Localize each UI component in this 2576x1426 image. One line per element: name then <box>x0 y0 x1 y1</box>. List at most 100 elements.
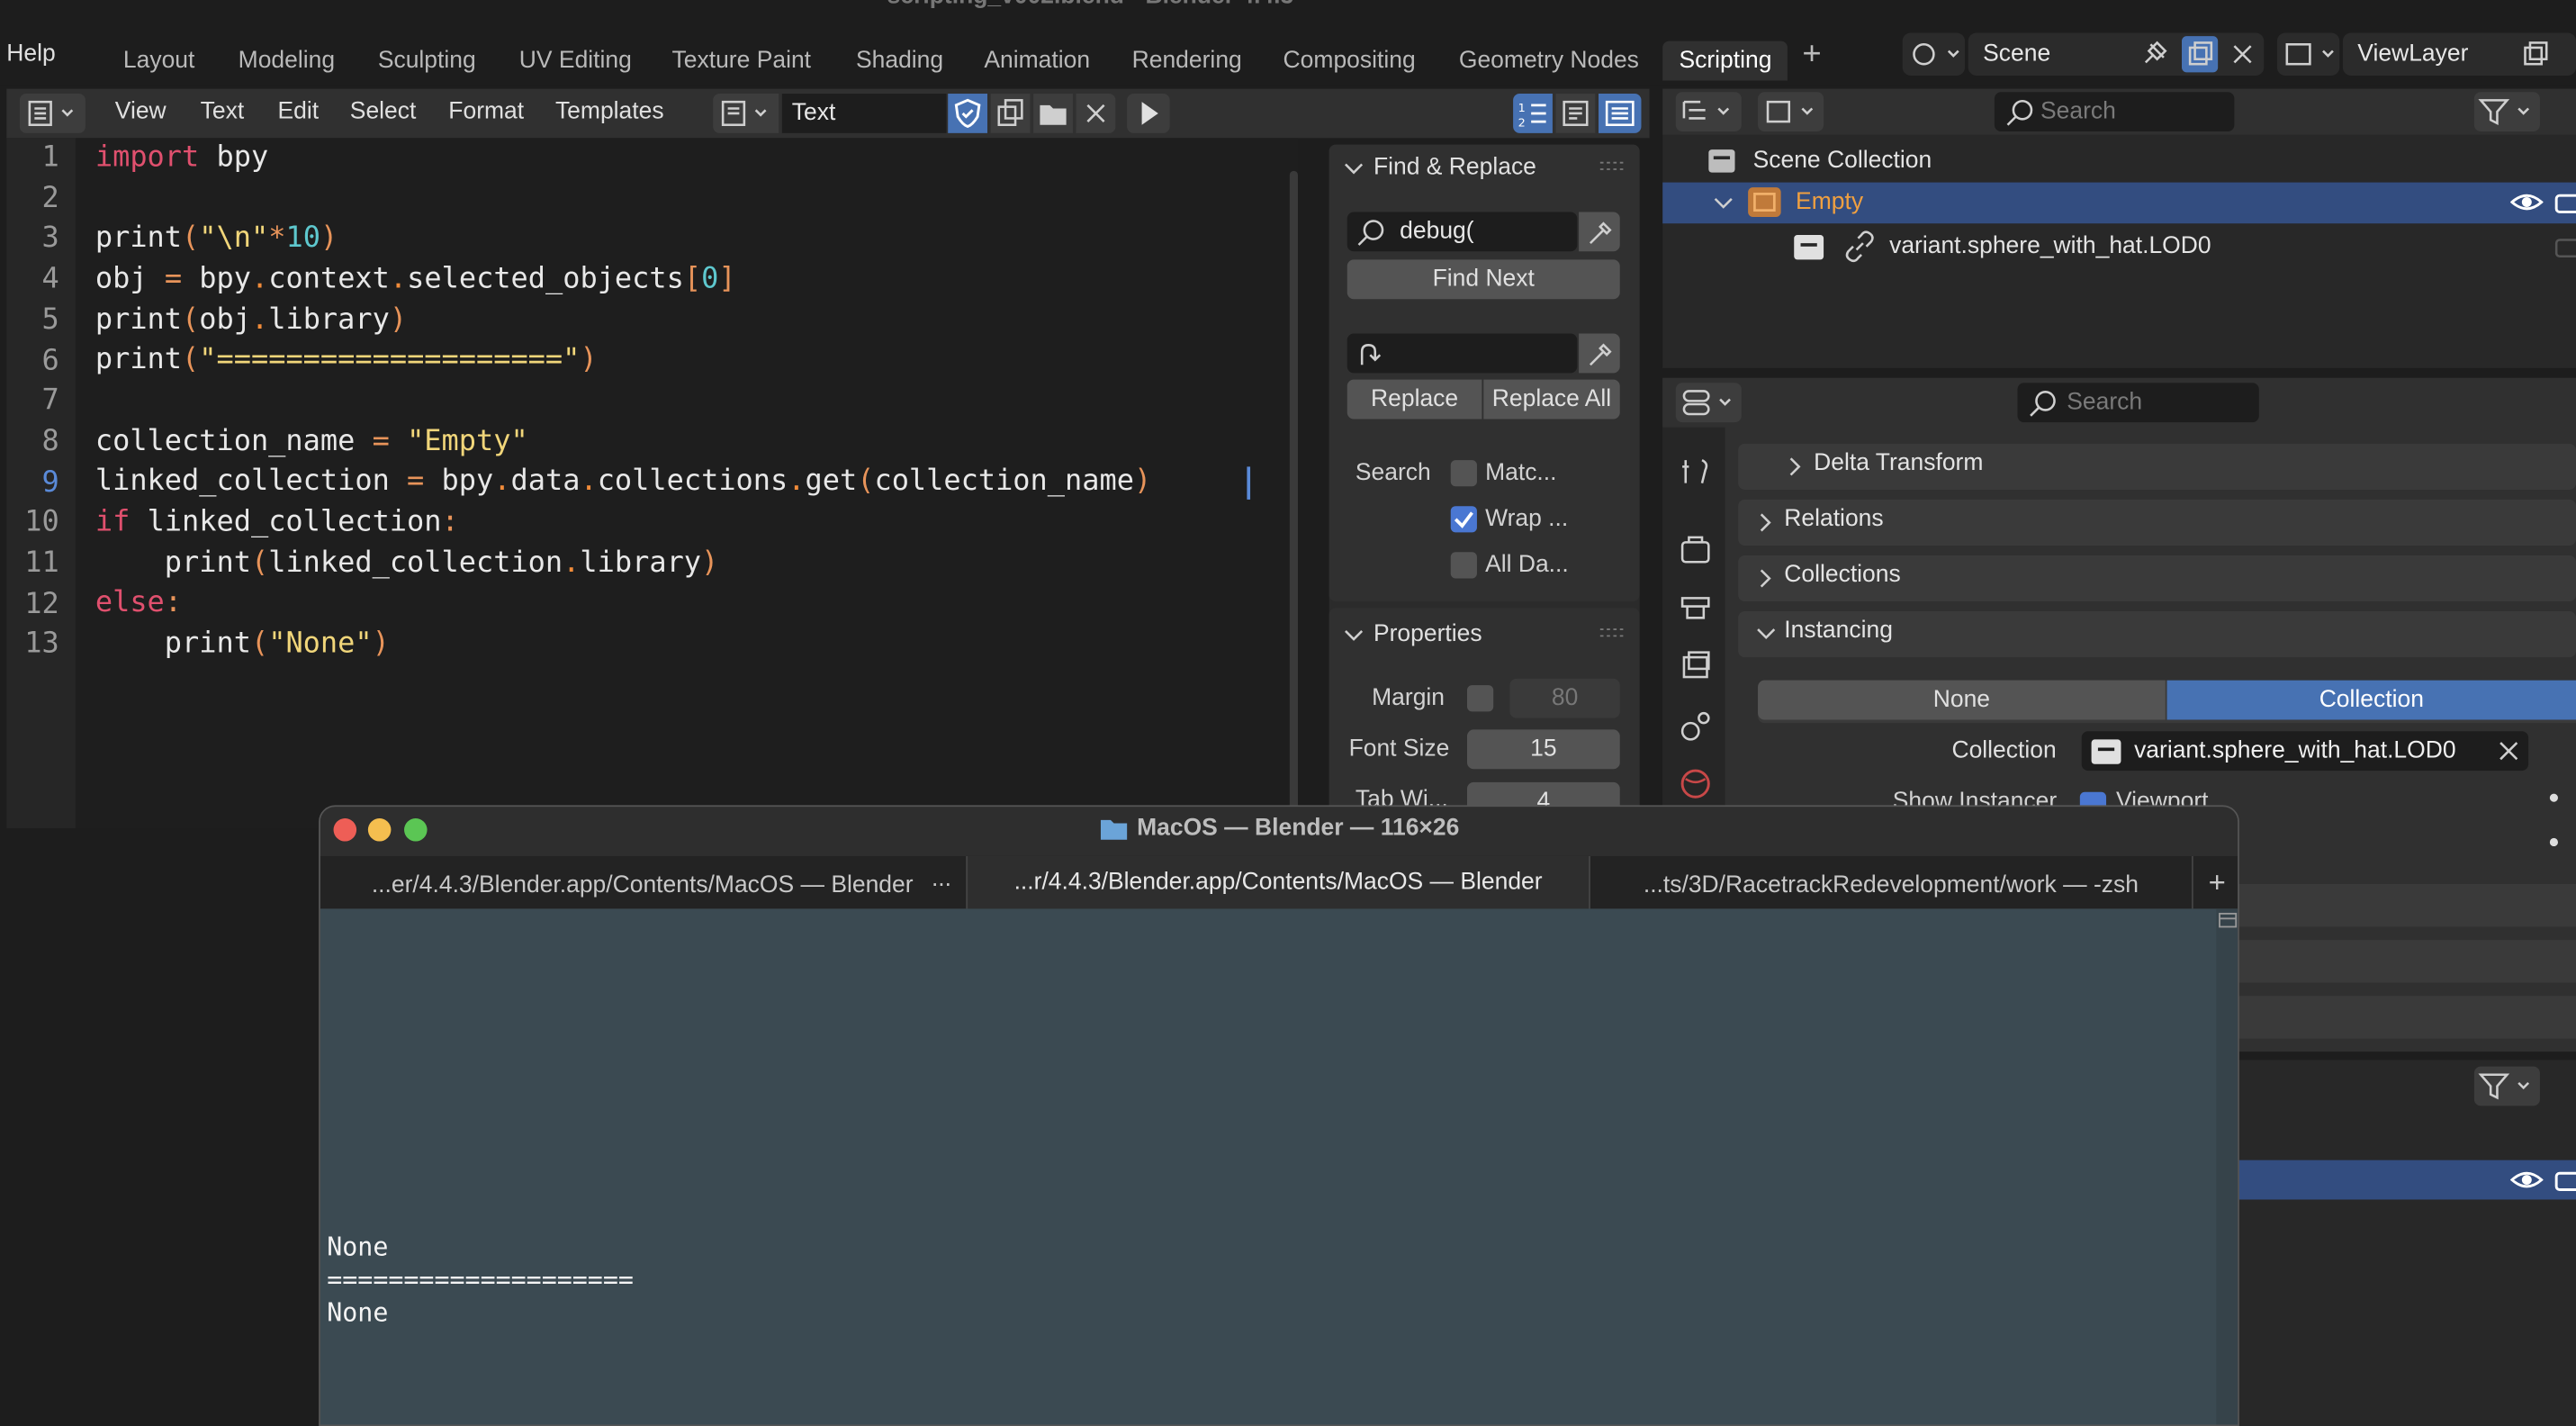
camera-icon[interactable] <box>2553 233 2576 259</box>
viewlayer-selector[interactable]: ViewLayer <box>2342 32 2576 76</box>
drag-handle-icon[interactable] <box>1599 626 1625 639</box>
scene-icon[interactable] <box>1678 707 1714 743</box>
zoom-window-button[interactable] <box>404 817 428 842</box>
eye-icon[interactable] <box>2510 1167 2544 1193</box>
scene-browse-button[interactable] <box>1902 32 1966 76</box>
workspace-tab[interactable]: Animation <box>984 41 1090 81</box>
code-scrollbar[interactable] <box>1289 170 1298 812</box>
editor-type-button[interactable] <box>19 94 86 133</box>
find-input[interactable]: debug( <box>1347 212 1578 252</box>
open-text-button[interactable] <box>1033 94 1073 133</box>
terminal-scrollbar[interactable] <box>2216 908 2238 1425</box>
help-menu[interactable]: Help <box>6 41 55 68</box>
minimize-window-button[interactable] <box>367 817 392 842</box>
workspace-tab[interactable]: Compositing <box>1283 41 1416 81</box>
text-name-field[interactable]: Text <box>781 94 947 133</box>
menu-item[interactable]: Edit <box>277 99 319 125</box>
outliner-search-input[interactable]: Search <box>1994 92 2235 132</box>
render-icon[interactable] <box>1678 532 1714 568</box>
new-tab-button[interactable]: + <box>2191 855 2238 909</box>
unlink-text-button[interactable] <box>1076 94 1116 133</box>
line-numbers-toggle[interactable]: 12 <box>1513 94 1553 133</box>
margin-value-field[interactable]: 80 <box>1509 678 1620 718</box>
collapsed-panel[interactable] <box>2238 884 2576 927</box>
linked-collection-label[interactable]: variant.sphere_with_hat.LOD0 <box>1889 233 2211 259</box>
keyframe-dot[interactable] <box>2549 837 2558 847</box>
close-window-button[interactable] <box>333 817 357 842</box>
new-scene-button[interactable] <box>2181 36 2219 73</box>
new-text-button[interactable] <box>990 94 1031 133</box>
menu-item[interactable]: Select <box>350 99 417 125</box>
terminal-content[interactable] <box>320 908 2238 1425</box>
workspace-tab[interactable]: UV Editing <box>519 41 632 81</box>
workspace-tab[interactable]: Geometry Nodes <box>1459 41 1639 81</box>
workspace-tab[interactable]: Layout <box>123 41 194 81</box>
keyframe-dot[interactable] <box>2549 793 2558 802</box>
syntax-highlight-toggle[interactable] <box>1599 94 1642 133</box>
filter-button[interactable] <box>2473 1066 2540 1106</box>
chevron-down-icon[interactable] <box>1342 625 1365 648</box>
chevron-right-icon[interactable] <box>1784 456 1807 479</box>
all-data-checkbox[interactable] <box>1450 552 1477 579</box>
scene-collection-label[interactable]: Scene Collection <box>1753 148 1932 174</box>
workspace-tab[interactable]: Modeling <box>239 41 335 81</box>
replace-input[interactable] <box>1347 333 1578 374</box>
add-workspace-button[interactable]: + <box>1802 36 1821 74</box>
tool-icon[interactable] <box>1678 454 1714 490</box>
replace-all-button[interactable]: Replace All <box>1483 379 1620 420</box>
camera-icon[interactable] <box>2553 1167 2576 1193</box>
terminal-tab-2[interactable]: ...r/4.4.3/Blender.app/Contents/MacOS — … <box>966 855 1590 909</box>
instancing-collection-option[interactable]: Collection <box>2166 680 2576 720</box>
instance-collection-field[interactable]: variant.sphere_with_hat.LOD0 <box>2081 731 2529 772</box>
close-icon[interactable] <box>2496 738 2522 764</box>
camera-icon[interactable] <box>2553 189 2576 215</box>
drag-handle-icon[interactable] <box>1599 159 1625 173</box>
instancing-none-option[interactable]: None <box>1758 680 2166 720</box>
find-eyedropper-button[interactable] <box>1579 212 1620 252</box>
fake-user-button[interactable] <box>948 94 988 133</box>
chevron-down-icon[interactable] <box>1712 193 1735 216</box>
run-script-button[interactable] <box>1127 94 1170 133</box>
menu-item[interactable]: Text <box>201 99 245 125</box>
collapsed-panel[interactable] <box>2238 940 2576 983</box>
pin-icon[interactable] <box>2136 36 2172 72</box>
match-case-checkbox[interactable] <box>1450 460 1477 487</box>
properties-editor-type-button[interactable] <box>1675 383 1742 423</box>
show-margin-checkbox[interactable] <box>1466 685 1494 712</box>
display-mode-button[interactable] <box>1758 92 1824 132</box>
menu-item[interactable]: Format <box>448 99 524 125</box>
chevron-down-icon[interactable] <box>1342 158 1365 181</box>
world-icon[interactable] <box>1678 766 1714 802</box>
outliner-editor-type-button[interactable] <box>1675 92 1742 132</box>
menu-item[interactable]: Templates <box>555 99 664 125</box>
find-next-button[interactable]: Find Next <box>1347 259 1620 300</box>
workspace-tab[interactable]: Texture Paint <box>672 41 811 81</box>
viewlayer-browse-button[interactable] <box>2276 32 2340 76</box>
workspace-tab[interactable]: Scripting <box>1662 41 1788 81</box>
replace-button[interactable]: Replace <box>1347 379 1482 420</box>
text-browse-button[interactable] <box>713 94 779 133</box>
eye-icon[interactable] <box>2510 189 2544 215</box>
chevron-right-icon[interactable] <box>1754 511 1778 535</box>
menu-item[interactable]: View <box>115 99 167 125</box>
workspace-tab[interactable]: Sculpting <box>378 41 476 81</box>
tab-overflow-indicator[interactable]: ... <box>932 866 951 892</box>
scene-selector[interactable]: Scene <box>1968 32 2265 76</box>
workspace-tab[interactable]: Shading <box>856 41 943 81</box>
filter-button[interactable] <box>2473 92 2540 132</box>
properties-search-input[interactable]: Search <box>2017 383 2259 423</box>
word-wrap-toggle[interactable] <box>1555 94 1596 133</box>
replace-eyedropper-button[interactable] <box>1579 333 1620 374</box>
chevron-right-icon[interactable] <box>1754 567 1778 591</box>
terminal-tab-3[interactable]: ...ts/3D/RacetrackRedevelopment/work — -… <box>1592 862 2190 908</box>
duplicate-icon[interactable] <box>2517 36 2553 72</box>
chevron-down-icon[interactable] <box>1754 623 1778 646</box>
font-size-field[interactable]: 15 <box>1466 729 1620 770</box>
wrap-around-checkbox[interactable] <box>1450 506 1477 533</box>
output-icon[interactable] <box>1678 590 1714 626</box>
close-icon[interactable] <box>2224 36 2260 72</box>
terminal-tab-1[interactable]: ...er/4.4.3/Blender.app/Contents/MacOS —… <box>320 862 965 908</box>
collapsed-panel[interactable] <box>2238 996 2576 1039</box>
workspace-tab[interactable]: Rendering <box>1132 41 1242 81</box>
view-layer-icon[interactable] <box>1678 647 1714 683</box>
